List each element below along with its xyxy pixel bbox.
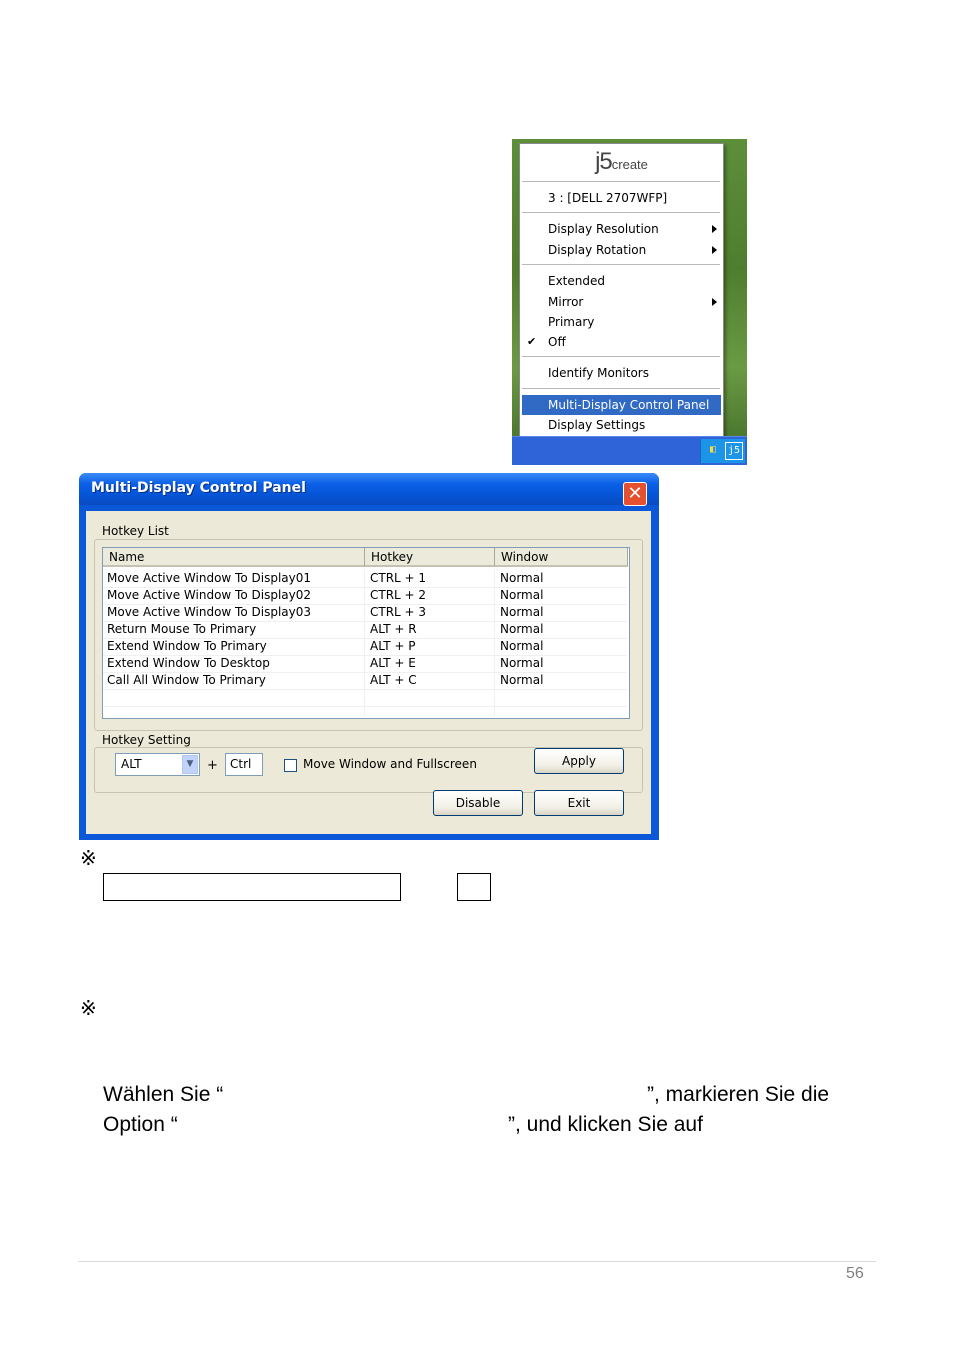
- menu-separator: [522, 181, 720, 182]
- page-number: 56: [846, 1265, 864, 1282]
- submenu-arrow-icon: [712, 225, 717, 233]
- reference-mark: ※: [80, 996, 97, 1020]
- menu-item-identify-monitors[interactable]: Identify Monitors: [520, 363, 723, 383]
- footer-divider: [78, 1261, 876, 1262]
- table-row[interactable]: Extend Window To Primary ALT + P Normal: [103, 638, 627, 656]
- menu-item-off[interactable]: ✔ Off: [520, 332, 723, 352]
- close-icon: ✕: [627, 483, 643, 504]
- menu-separator: [522, 264, 720, 265]
- blank-box: [103, 873, 401, 901]
- blank-box-small: [457, 873, 491, 901]
- apply-button[interactable]: Apply: [534, 748, 624, 774]
- tray-context-menu: j5create 3 : [DELL 2707WFP] Display Reso…: [519, 143, 724, 440]
- key-field[interactable]: Ctrl: [225, 753, 263, 776]
- column-header-hotkey[interactable]: Hotkey: [365, 548, 495, 567]
- menu-separator: [522, 212, 720, 213]
- system-tray: ◧ j5: [700, 439, 745, 463]
- reference-mark: ※: [80, 846, 97, 870]
- menu-item-primary[interactable]: Primary: [520, 312, 723, 332]
- submenu-arrow-icon: [712, 246, 717, 254]
- table-row[interactable]: Return Mouse To Primary ALT + R Normal: [103, 621, 627, 639]
- column-header-name[interactable]: Name: [103, 548, 365, 567]
- dialog-titlebar[interactable]: Multi-Display Control Panel ✕: [79, 473, 659, 506]
- table-row[interactable]: Move Active Window To Display03 CTRL + 3…: [103, 604, 627, 622]
- checkmark-icon: ✔: [527, 335, 537, 348]
- column-header-window[interactable]: Window: [495, 548, 628, 567]
- table-row[interactable]: Move Active Window To Display01 CTRL + 1…: [103, 570, 627, 588]
- menu-item-display-rotation[interactable]: Display Rotation: [520, 240, 723, 260]
- table-row[interactable]: Call All Window To Primary ALT + C Norma…: [103, 672, 627, 690]
- instruction-line1-end: ”, markieren Sie die: [647, 1083, 830, 1106]
- menu-item-display-resolution[interactable]: Display Resolution: [520, 219, 723, 239]
- table-row[interactable]: Move Active Window To Display02 CTRL + 2…: [103, 587, 627, 605]
- menu-item-mirror[interactable]: Mirror: [520, 292, 723, 312]
- menu-separator: [522, 388, 720, 389]
- instruction-line1-start: Wählen Sie “: [103, 1083, 224, 1106]
- instruction-line2-end: ”, und klicken Sie auf: [508, 1113, 703, 1136]
- submenu-arrow-icon: [712, 298, 717, 306]
- dialog-client-area: Hotkey List Name Hotkey Window Move Acti…: [86, 511, 651, 834]
- dialog-title: Multi-Display Control Panel: [91, 480, 306, 496]
- move-fullscreen-checkbox[interactable]: [284, 759, 297, 772]
- instruction-line2-start: Option “: [103, 1113, 178, 1136]
- move-fullscreen-label: Move Window and Fullscreen: [303, 757, 477, 771]
- exit-button[interactable]: Exit: [534, 790, 624, 816]
- chevron-down-icon[interactable]: ▼: [182, 755, 198, 774]
- control-panel-dialog: Multi-Display Control Panel ✕ Hotkey Lis…: [79, 473, 659, 840]
- j5create-logo: j5create: [595, 148, 648, 175]
- hotkey-setting-label: Hotkey Setting: [100, 733, 193, 747]
- menu-item-multi-display-control-panel[interactable]: Multi-Display Control Panel: [522, 395, 721, 415]
- menu-item-display-settings[interactable]: Display Settings: [520, 415, 723, 435]
- j5create-tray-icon[interactable]: j5: [725, 442, 743, 460]
- menu-item-extended[interactable]: Extended: [520, 271, 723, 291]
- hotkey-list-view[interactable]: Name Hotkey Window Move Active Window To…: [102, 547, 630, 719]
- menu-item-monitor[interactable]: 3 : [DELL 2707WFP]: [520, 188, 723, 208]
- table-row-empty: [103, 689, 627, 707]
- disable-button[interactable]: Disable: [433, 790, 523, 816]
- taskbar: ◧ j5: [512, 436, 747, 465]
- hotkey-list-label: Hotkey List: [100, 524, 171, 538]
- tray-menu-screenshot: j5create 3 : [DELL 2707WFP] Display Reso…: [512, 139, 747, 465]
- network-icon[interactable]: ◧: [705, 442, 721, 458]
- table-row[interactable]: Extend Window To Desktop ALT + E Normal: [103, 655, 627, 673]
- menu-separator: [522, 356, 720, 357]
- plus-sign: +: [207, 758, 218, 773]
- close-button[interactable]: ✕: [623, 482, 647, 506]
- modifier-dropdown[interactable]: ALT ▼: [115, 753, 200, 776]
